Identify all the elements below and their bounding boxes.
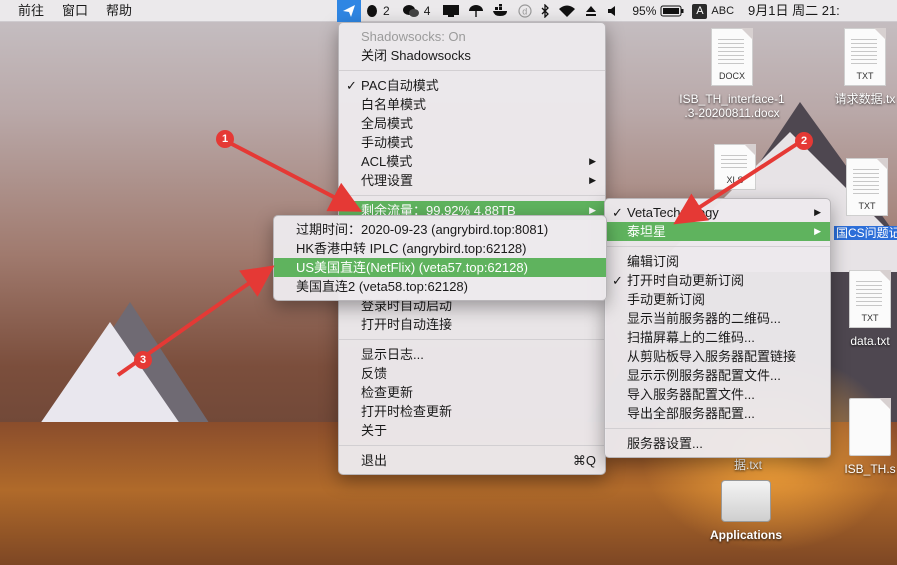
arrow-1: [227, 140, 363, 212]
annotation-badge-1: 1: [216, 130, 234, 148]
annotation-badge-2: 2: [795, 132, 813, 150]
annotation-arrows: [116, 140, 802, 377]
annotation-badge-3: 3: [134, 351, 152, 369]
arrow-2: [673, 140, 802, 225]
